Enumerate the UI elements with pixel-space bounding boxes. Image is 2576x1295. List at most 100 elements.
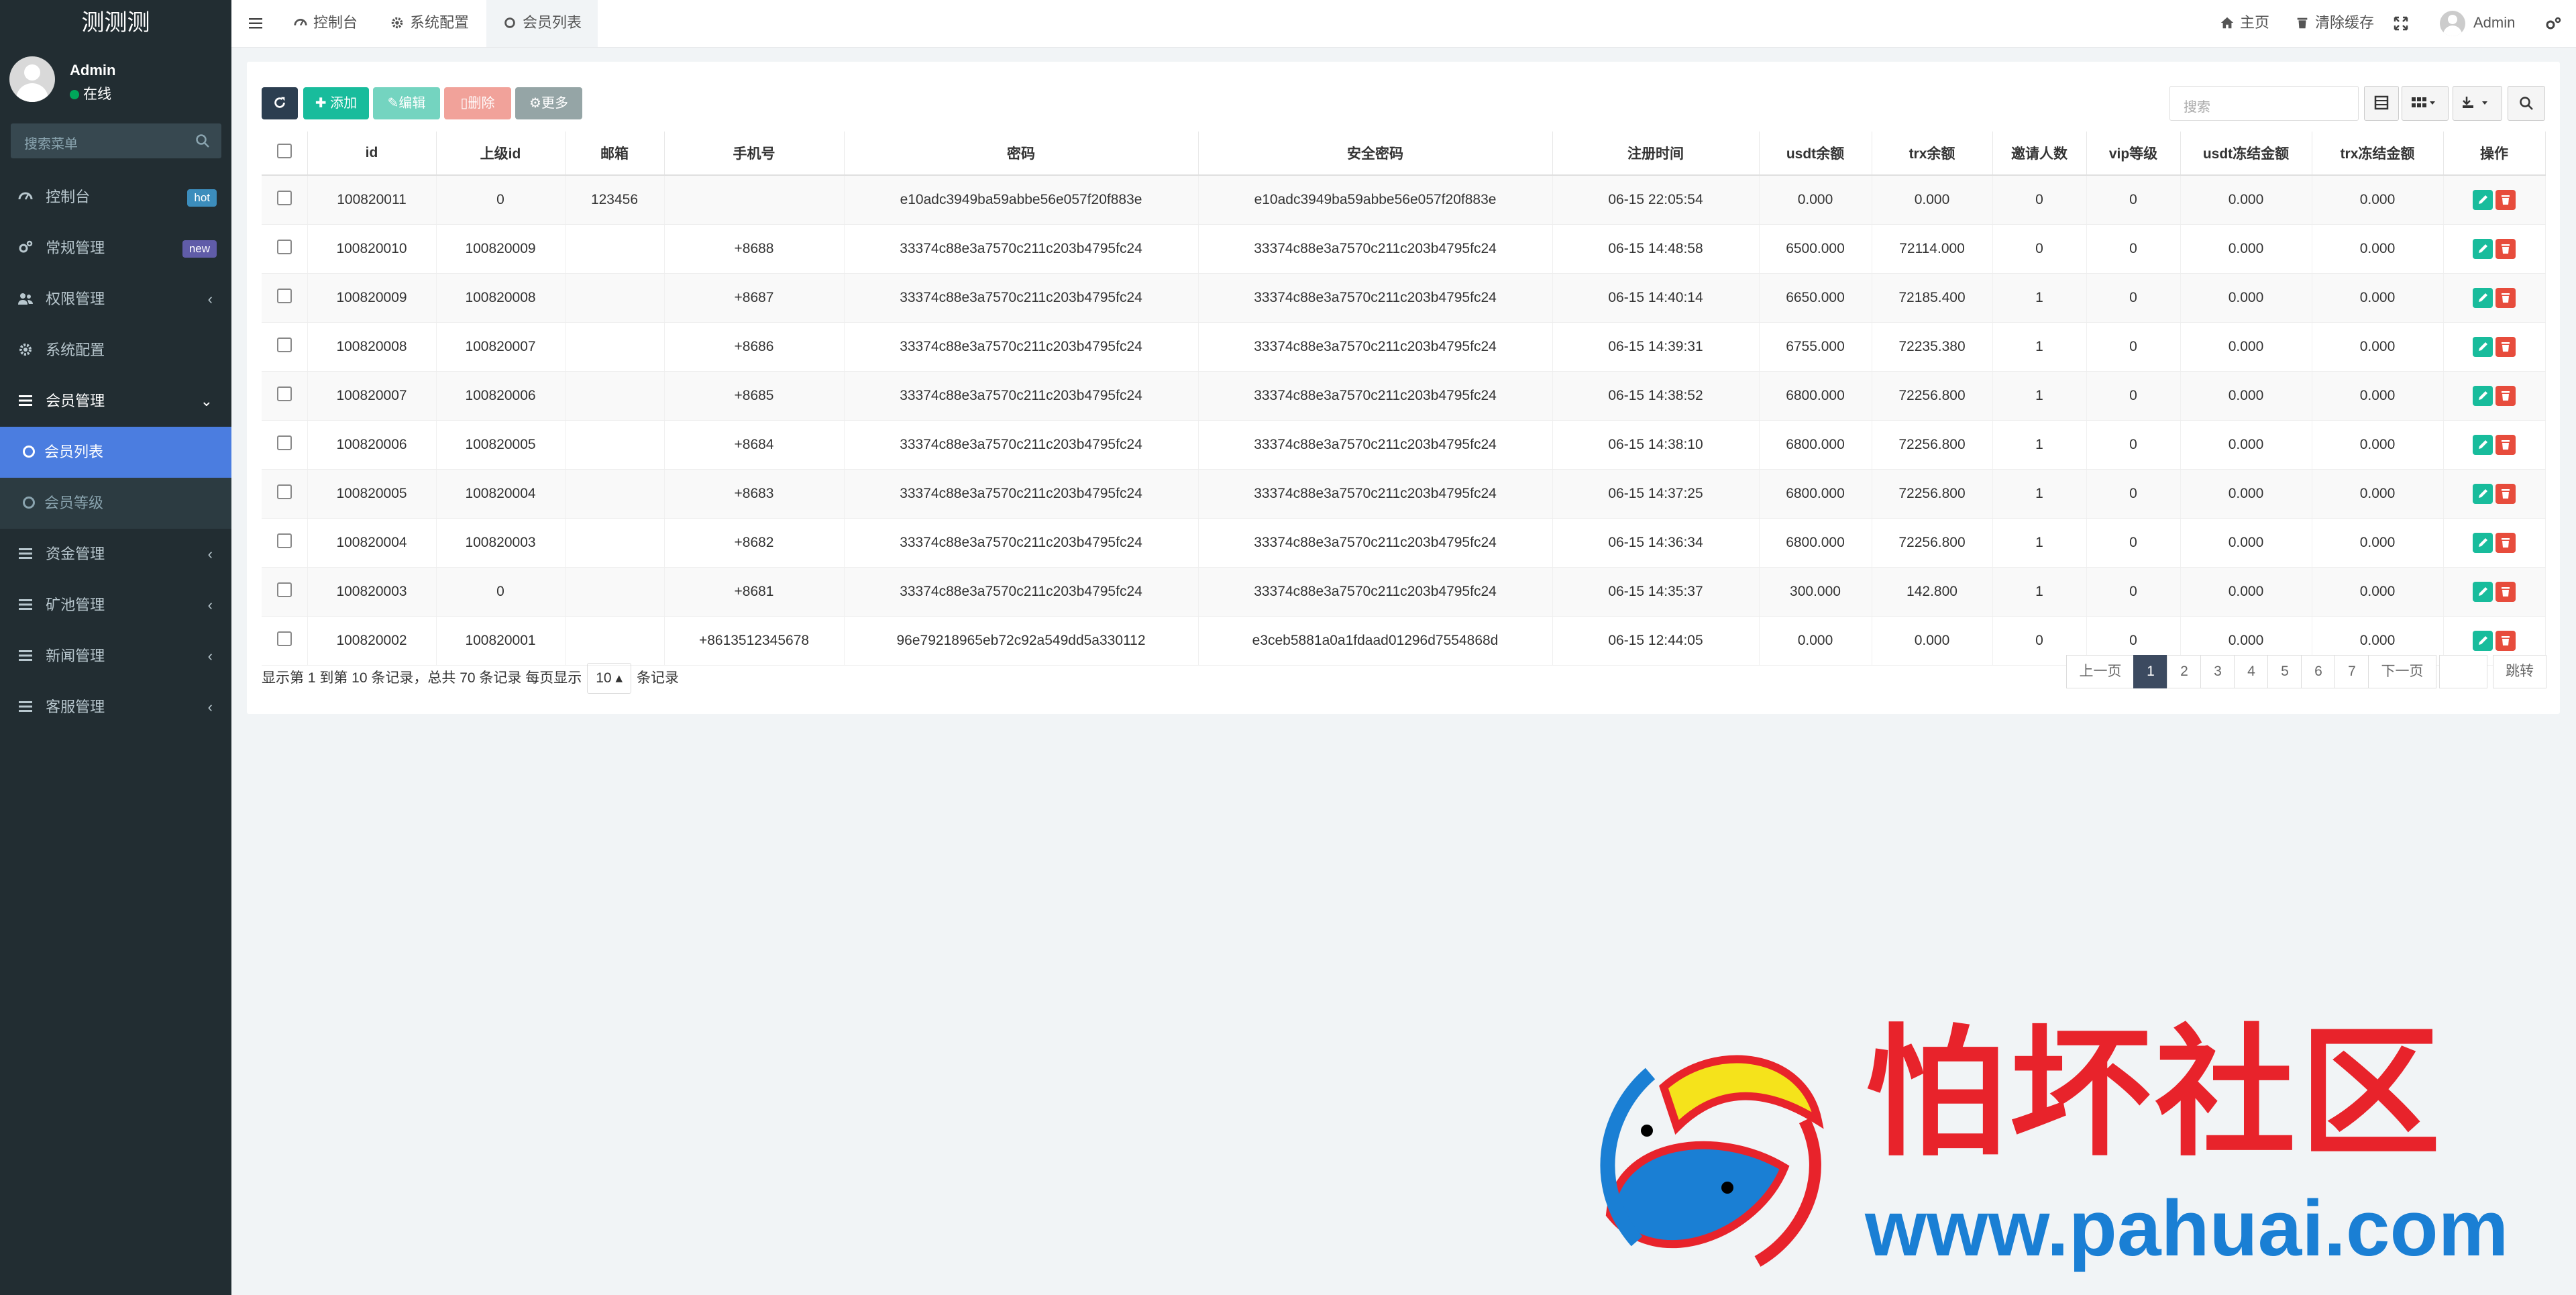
table-row[interactable]: 100820009 100820008 +8687 33374c88e3a7570c2… <box>262 273 2546 323</box>
sidebar-item-funds[interactable]: 资金管理 ‹ <box>0 529 231 580</box>
delete-row-button[interactable] <box>2496 386 2516 406</box>
refresh-button[interactable] <box>262 87 298 119</box>
edit-row-button[interactable] <box>2473 484 2493 504</box>
column-header[interactable]: trx余额 <box>1872 132 1993 176</box>
table-row[interactable]: 100820004 100820003 +8682 33374c88e3a7570c2… <box>262 518 2546 568</box>
edit-row-button[interactable] <box>2473 435 2493 455</box>
row-checkbox[interactable] <box>276 582 292 597</box>
row-checkbox[interactable] <box>276 435 292 450</box>
column-header[interactable]: 密码 <box>844 132 1199 176</box>
sidebar-item-mining-pool[interactable]: 矿池管理 ‹ <box>0 580 231 631</box>
sidebar-item-news[interactable]: 新闻管理 ‹ <box>0 631 231 682</box>
export-dropdown-button[interactable] <box>2453 86 2502 121</box>
tab-system-config[interactable]: 系统配置 <box>390 0 469 47</box>
table-row[interactable]: 100820008 100820007 +8686 33374c88e3a7570c2… <box>262 322 2546 372</box>
clear-cache-button[interactable]: 清除缓存 <box>2295 0 2374 47</box>
table-cell: 0 <box>2086 371 2181 421</box>
edit-row-button[interactable] <box>2473 288 2493 308</box>
user-menu[interactable]: Admin <box>2440 0 2515 47</box>
edit-row-button[interactable] <box>2473 239 2493 259</box>
advanced-search-button[interactable] <box>2508 86 2545 121</box>
page-button-3[interactable]: 3 <box>2200 655 2235 688</box>
edit-row-button[interactable] <box>2473 337 2493 357</box>
column-header[interactable]: id <box>307 132 437 176</box>
edit-row-button[interactable] <box>2473 533 2493 553</box>
sidebar-item-member-level[interactable]: 会员等级 <box>0 478 231 529</box>
page-button-5[interactable]: 5 <box>2267 655 2302 688</box>
sidebar-search-input[interactable]: 搜索菜单 <box>11 123 221 158</box>
delete-row-button[interactable] <box>2496 288 2516 308</box>
edit-row-button[interactable] <box>2473 631 2493 651</box>
column-header[interactable]: 手机号 <box>664 132 845 176</box>
table-cell: 6800.000 <box>1759 518 1872 568</box>
column-header[interactable]: trx冻结金额 <box>2312 132 2444 176</box>
column-header[interactable]: usdt余额 <box>1759 132 1872 176</box>
edit-row-button[interactable] <box>2473 386 2493 406</box>
page-button-2[interactable]: 2 <box>2167 655 2202 688</box>
page-button-7[interactable]: 7 <box>2334 655 2369 688</box>
app-logo[interactable]: 测测测 <box>0 0 231 47</box>
home-link[interactable]: 主页 <box>2220 0 2269 47</box>
table-row[interactable]: 100820011 0 123456 e10adc3949ba59abbe56e057… <box>262 175 2546 225</box>
row-checkbox[interactable] <box>276 289 292 303</box>
row-checkbox[interactable] <box>276 338 292 352</box>
sidebar-item-customer-service[interactable]: 客服管理 ‹ <box>0 682 231 733</box>
table-row[interactable]: 100820003 0 +8681 33374c88e3a7570c211c203b4… <box>262 567 2546 617</box>
table-row[interactable]: 100820005 100820004 +8683 33374c88e3a7570c2… <box>262 469 2546 519</box>
sidebar-item-general[interactable]: 常规管理 new <box>0 223 231 274</box>
table-row[interactable]: 100820007 100820006 +8685 33374c88e3a7570c2… <box>262 371 2546 421</box>
row-checkbox[interactable] <box>276 533 292 548</box>
toggle-view-button[interactable] <box>2364 86 2399 121</box>
page-button-6[interactable]: 6 <box>2301 655 2336 688</box>
edit-row-button[interactable] <box>2473 190 2493 210</box>
column-header[interactable]: 安全密码 <box>1198 132 1553 176</box>
delete-row-button[interactable] <box>2496 337 2516 357</box>
edit-button[interactable]: ✎编辑 <box>373 87 440 119</box>
column-header[interactable]: 注册时间 <box>1552 132 1760 176</box>
select-all-checkbox[interactable] <box>276 144 292 158</box>
page-button-1[interactable]: 1 <box>2133 655 2168 688</box>
sidebar-item-permissions[interactable]: 权限管理 ‹ <box>0 274 231 325</box>
tab-member-list[interactable]: 会员列表 <box>486 0 598 47</box>
sidebar-item-member-list[interactable]: 会员列表 <box>0 427 231 478</box>
column-header[interactable]: vip等级 <box>2086 132 2181 176</box>
delete-row-button[interactable] <box>2496 631 2516 651</box>
delete-row-button[interactable] <box>2496 239 2516 259</box>
jump-page-input[interactable] <box>2439 655 2487 688</box>
sidebar-item-dashboard[interactable]: 控制台 hot <box>0 172 231 223</box>
page-button-4[interactable]: 4 <box>2234 655 2269 688</box>
fullscreen-icon[interactable] <box>2393 15 2409 32</box>
sidebar-item-members[interactable]: 会员管理 ⌄ <box>0 376 231 427</box>
column-header[interactable]: 邮箱 <box>565 132 665 176</box>
more-button[interactable]: ⚙更多 <box>515 87 582 119</box>
delete-row-button[interactable] <box>2496 190 2516 210</box>
row-checkbox[interactable] <box>276 386 292 401</box>
row-checkbox[interactable] <box>276 191 292 205</box>
search-icon[interactable] <box>195 133 211 149</box>
edit-row-button[interactable] <box>2473 582 2493 602</box>
row-checkbox[interactable] <box>276 240 292 254</box>
delete-button[interactable]: ▯删除 <box>444 87 511 119</box>
hamburger-icon[interactable] <box>248 15 264 32</box>
delete-row-button[interactable] <box>2496 582 2516 602</box>
add-button[interactable]: ✚ 添加 <box>303 87 369 119</box>
table-search-input[interactable]: 搜索 <box>2169 86 2359 121</box>
prev-page-button[interactable]: 上一页 <box>2066 655 2135 688</box>
table-row[interactable]: 100820006 100820005 +8684 33374c88e3a7570c2… <box>262 420 2546 470</box>
row-checkbox[interactable] <box>276 631 292 646</box>
column-header[interactable]: 邀请人数 <box>1992 132 2087 176</box>
column-header[interactable]: usdt冻结金额 <box>2180 132 2312 176</box>
sidebar-item-system-config[interactable]: 系统配置 <box>0 325 231 376</box>
tab-dashboard[interactable]: 控制台 <box>293 0 358 47</box>
columns-dropdown-button[interactable] <box>2402 86 2449 121</box>
table-row[interactable]: 100820010 100820009 +8688 33374c88e3a7570c2… <box>262 224 2546 274</box>
cogs-icon[interactable] <box>2544 15 2562 32</box>
delete-row-button[interactable] <box>2496 533 2516 553</box>
next-page-button[interactable]: 下一页 <box>2368 655 2436 688</box>
delete-row-button[interactable] <box>2496 435 2516 455</box>
delete-row-button[interactable] <box>2496 484 2516 504</box>
page-size-select[interactable]: 10 ▴ <box>587 663 631 694</box>
jump-button[interactable]: 跳转 <box>2493 655 2546 688</box>
row-checkbox[interactable] <box>276 484 292 499</box>
column-header[interactable]: 上级id <box>436 132 566 176</box>
